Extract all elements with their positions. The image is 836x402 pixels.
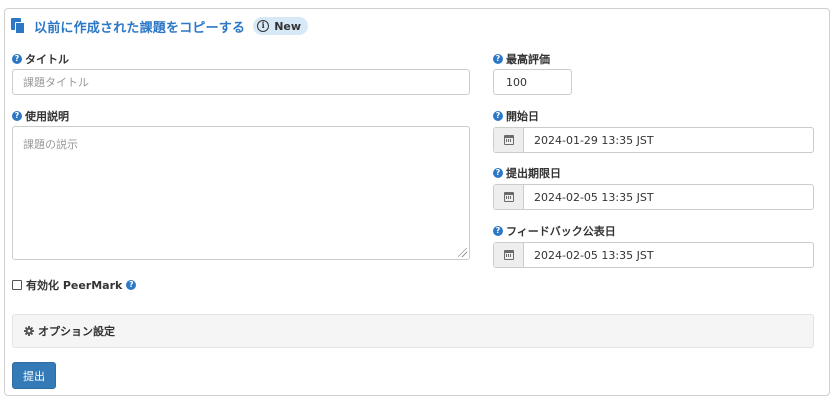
due-date-label-text: 提出期限日 [506,167,561,180]
title-input[interactable]: 課題タイトル [12,69,470,95]
description-label: ? 使用説明 [12,109,69,123]
help-icon[interactable]: ? [126,280,137,290]
copy-previous-assignment-link[interactable]: 以前に作成された課題をコピーする i New [11,17,309,36]
max-score-label: ? 最高評価 [493,52,550,66]
help-icon[interactable]: ? [493,54,503,64]
start-date-calendar-button[interactable] [494,128,524,152]
max-score-input[interactable]: 100 [493,69,572,95]
new-badge: i New [253,17,309,35]
feedback-date-input[interactable]: 2024-02-05 13:35 JST [493,242,814,268]
help-icon[interactable]: ? [493,226,503,236]
help-icon[interactable]: ? [493,111,503,121]
due-date-input[interactable]: 2024-02-05 13:35 JST [493,184,814,210]
calendar-icon [503,192,514,202]
help-icon[interactable]: ? [12,54,22,64]
start-date-input[interactable]: 2024-01-29 13:35 JST [493,127,814,153]
resize-handle-icon[interactable] [458,248,467,257]
start-date-label-text: 開始日 [506,110,539,123]
due-date-calendar-button[interactable] [494,185,524,209]
peermark-checkbox[interactable] [12,280,22,290]
options-settings-toggle[interactable]: オプション設定 [12,314,814,348]
max-score-label-text: 最高評価 [506,53,550,66]
feedback-date-label-text: フィードバック公表日 [506,225,616,238]
peermark-toggle: 有効化 PeerMark ? [12,278,137,292]
start-date-value: 2024-01-29 13:35 JST [534,133,654,147]
gear-icon [24,326,34,336]
calendar-icon [503,135,514,145]
info-circle-icon: i [257,20,270,32]
max-score-value: 100 [506,75,527,89]
start-date-label: ? 開始日 [493,109,539,123]
description-placeholder: 課題の説示 [23,138,78,151]
feedback-date-value: 2024-02-05 13:35 JST [534,248,654,262]
peermark-label: 有効化 PeerMark [26,279,123,292]
due-date-value: 2024-02-05 13:35 JST [534,190,654,204]
help-icon[interactable]: ? [12,111,22,121]
new-badge-label: New [274,19,302,33]
feedback-date-calendar-button[interactable] [494,243,524,267]
calendar-icon [503,250,514,260]
feedback-date-label: ? フィードバック公表日 [493,224,616,238]
description-label-text: 使用説明 [25,110,69,123]
title-label: ? タイトル [12,52,69,66]
due-date-label: ? 提出期限日 [493,166,561,180]
submit-button[interactable]: 提出 [12,362,56,389]
title-input-placeholder: 課題タイトル [23,76,89,89]
help-icon[interactable]: ? [493,168,503,178]
title-label-text: タイトル [25,53,69,66]
options-settings-label: オプション設定 [38,325,115,338]
copy-previous-assignment-label: 以前に作成された課題をコピーする [34,20,246,36]
description-textarea[interactable]: 課題の説示 [12,126,470,260]
copy-icon [11,18,25,34]
